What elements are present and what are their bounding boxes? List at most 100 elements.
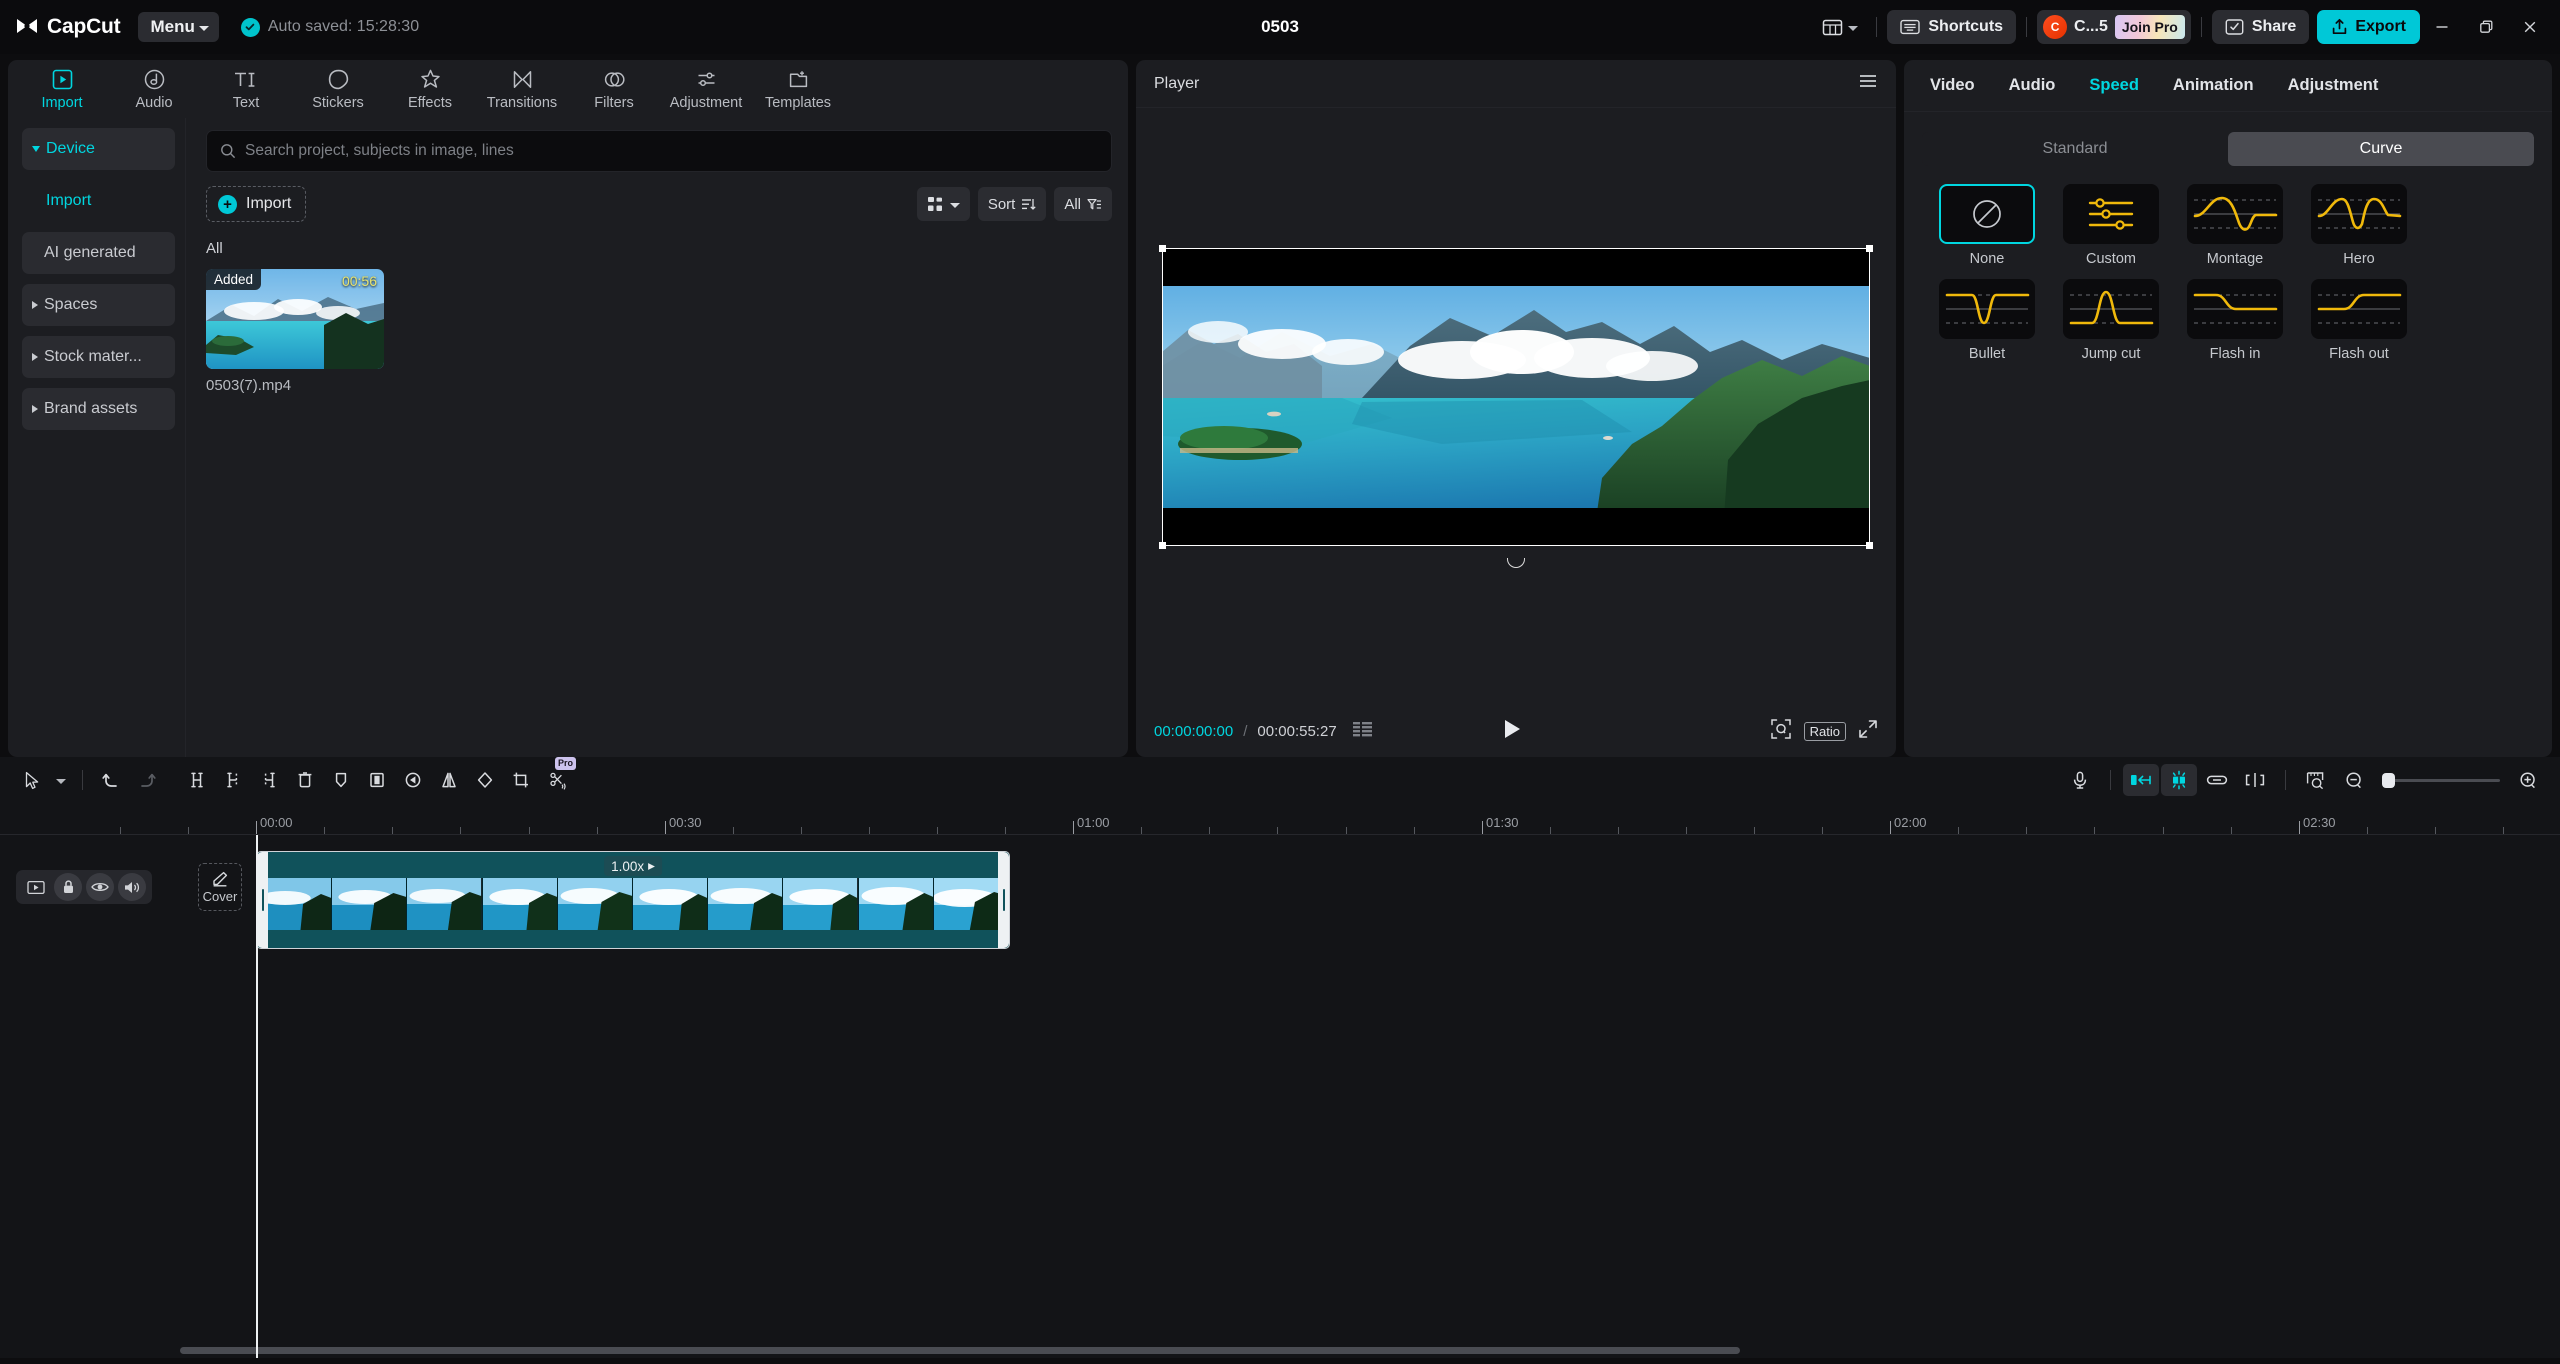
resize-handle-bottom-left[interactable] [1159,541,1166,549]
video-preview[interactable] [1159,244,1873,568]
magnet-toggle[interactable] [2161,764,2197,796]
sidebar-item-spaces[interactable]: Spaces [22,284,175,326]
auto-cut-pro-button[interactable]: Pro [539,757,576,796]
filter-button[interactable]: All [1054,187,1112,221]
link-toggle[interactable] [2199,764,2235,796]
tab-effects[interactable]: Effects [386,62,474,116]
crop-button[interactable] [503,764,539,796]
clip-speed-badge[interactable]: 1.00x ▸ [604,856,662,876]
preset-hero[interactable]: Hero [2300,184,2418,267]
preset-bullet[interactable]: Bullet [1928,279,2046,362]
preset-flash-in[interactable]: Flash in [2176,279,2294,362]
split-button[interactable] [179,764,215,796]
player-menu-button[interactable] [1858,73,1878,94]
resize-handle-top-right[interactable] [1866,244,1873,252]
zoom-slider[interactable] [2382,772,2500,788]
snap-toggle[interactable] [2123,764,2159,796]
tab-filters[interactable]: Filters [570,62,658,116]
import-media-button[interactable]: + Import [206,186,307,222]
minimize-button[interactable] [2420,7,2464,47]
tab-adjustment[interactable]: Adjustment [662,62,750,116]
fit-timeline-button[interactable] [2298,764,2334,796]
preset-flash-out[interactable]: Flash out [2300,279,2418,362]
menu-button[interactable]: Menu [138,12,219,42]
sort-button[interactable]: Sort [977,187,1047,221]
video-clip[interactable]: 1.00x ▸ [256,851,1010,949]
cover-button[interactable]: Cover [198,863,242,911]
search-bar[interactable] [206,130,1112,172]
tab-stickers[interactable]: Stickers [294,62,382,116]
split-view-button[interactable] [2237,764,2273,796]
sidebar-item-brand-assets[interactable]: Brand assets [22,388,175,430]
search-input[interactable] [245,142,1098,160]
tab-text[interactable]: Text [202,62,290,116]
undo-button[interactable] [93,764,129,796]
mirror-button[interactable] [431,764,467,796]
zoom-out-button[interactable] [2336,764,2372,796]
tab-audio[interactable]: Audio [110,62,198,116]
eye-icon[interactable] [86,873,114,901]
lock-icon[interactable] [54,873,82,901]
tab-transitions[interactable]: Transitions [478,62,566,116]
timeline-body[interactable]: Cover 1.00x ▸ [0,835,2560,1358]
segment-standard[interactable]: Standard [1922,132,2228,166]
maximize-button[interactable] [2464,7,2508,47]
frame-rate-button[interactable] [1352,721,1373,742]
close-button[interactable] [2508,7,2552,47]
reverse-button[interactable] [395,764,431,796]
select-tool-dropdown[interactable] [50,764,72,796]
sidebar-item-ai-generated[interactable]: AI generated [22,232,175,274]
sidebar-item-import[interactable]: Import [22,180,175,222]
preset-jump-cut[interactable]: Jump cut [2052,279,2170,362]
tab-speed[interactable]: Speed [2089,76,2139,95]
view-mode-button[interactable] [916,187,970,221]
zoom-in-button[interactable] [2510,764,2546,796]
trim-right-button[interactable] [251,764,287,796]
resize-handle-top-left[interactable] [1159,244,1166,252]
marker-button[interactable] [323,764,359,796]
tab-video[interactable]: Video [1930,76,1975,95]
redo-button[interactable] [129,764,165,796]
join-pro-button[interactable]: Join Pro [2114,15,2185,39]
tab-adjustment[interactable]: Adjustment [2288,76,2379,95]
sidebar-item-stock-materials[interactable]: Stock mater... [22,336,175,378]
freeze-button[interactable] [359,764,395,796]
tab-templates[interactable]: Templates [754,62,842,116]
timeline-scrollbar[interactable] [0,1347,2560,1354]
rotate-button[interactable] [467,764,503,796]
segment-curve[interactable]: Curve [2228,132,2534,166]
select-tool-button[interactable] [14,764,50,796]
playhead[interactable] [256,835,258,1358]
preset-montage[interactable]: Montage [2176,184,2294,267]
shortcuts-button[interactable]: Shortcuts [1887,10,2017,44]
media-thumbnail[interactable]: Added 00:56 [206,269,384,369]
play-button[interactable] [1502,718,1522,745]
trim-left-button[interactable] [215,764,251,796]
timeline-ruler[interactable]: 00:00 00:30 01:00 01:30 02:00 02:30 [0,803,2560,835]
delete-button[interactable] [287,764,323,796]
media-card[interactable]: Added 00:56 0503(7).mp4 [206,269,384,394]
video-track-icon[interactable] [22,873,50,901]
tab-import[interactable]: Import [18,62,106,116]
layout-button[interactable] [1814,10,1866,44]
clip-trim-handle-right[interactable] [998,852,1009,948]
zoom-slider-handle[interactable] [2382,772,2395,788]
share-button[interactable]: Share [2211,10,2310,44]
fullscreen-button[interactable] [1858,719,1878,744]
voiceover-button[interactable] [2062,764,2098,796]
account-button[interactable]: C C...5 Join Pro [2037,10,2191,44]
sidebar-item-device[interactable]: Device [22,128,175,170]
ratio-button[interactable]: Ratio [1803,721,1846,741]
tab-animation[interactable]: Animation [2173,76,2254,95]
speaker-icon[interactable] [118,873,146,901]
rotate-handle[interactable] [1507,557,1525,568]
clip-trim-handle-left[interactable] [257,852,268,948]
resize-handle-bottom-right[interactable] [1866,541,1873,549]
quality-button[interactable] [1770,718,1792,745]
marker-icon [335,772,347,788]
preset-none[interactable]: None [1928,184,2046,267]
export-button[interactable]: Export [2317,10,2420,44]
tab-audio[interactable]: Audio [2009,76,2056,95]
preset-custom[interactable]: Custom [2052,184,2170,267]
timeline-scrollbar-thumb[interactable] [180,1347,1740,1354]
